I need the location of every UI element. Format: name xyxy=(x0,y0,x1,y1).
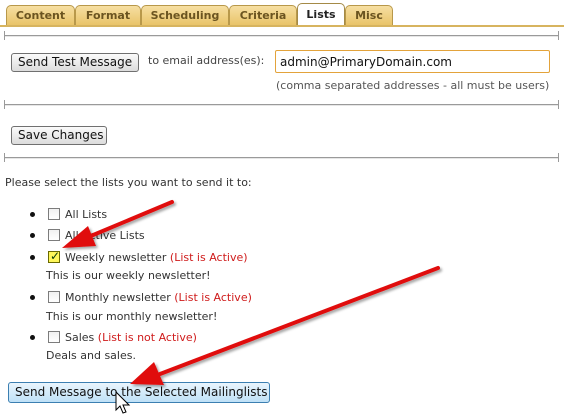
arrow-to-weekly xyxy=(62,200,174,248)
mouse-cursor-icon xyxy=(115,390,131,414)
arrow-to-send-button xyxy=(130,266,440,385)
annotation-overlay xyxy=(62,200,440,414)
